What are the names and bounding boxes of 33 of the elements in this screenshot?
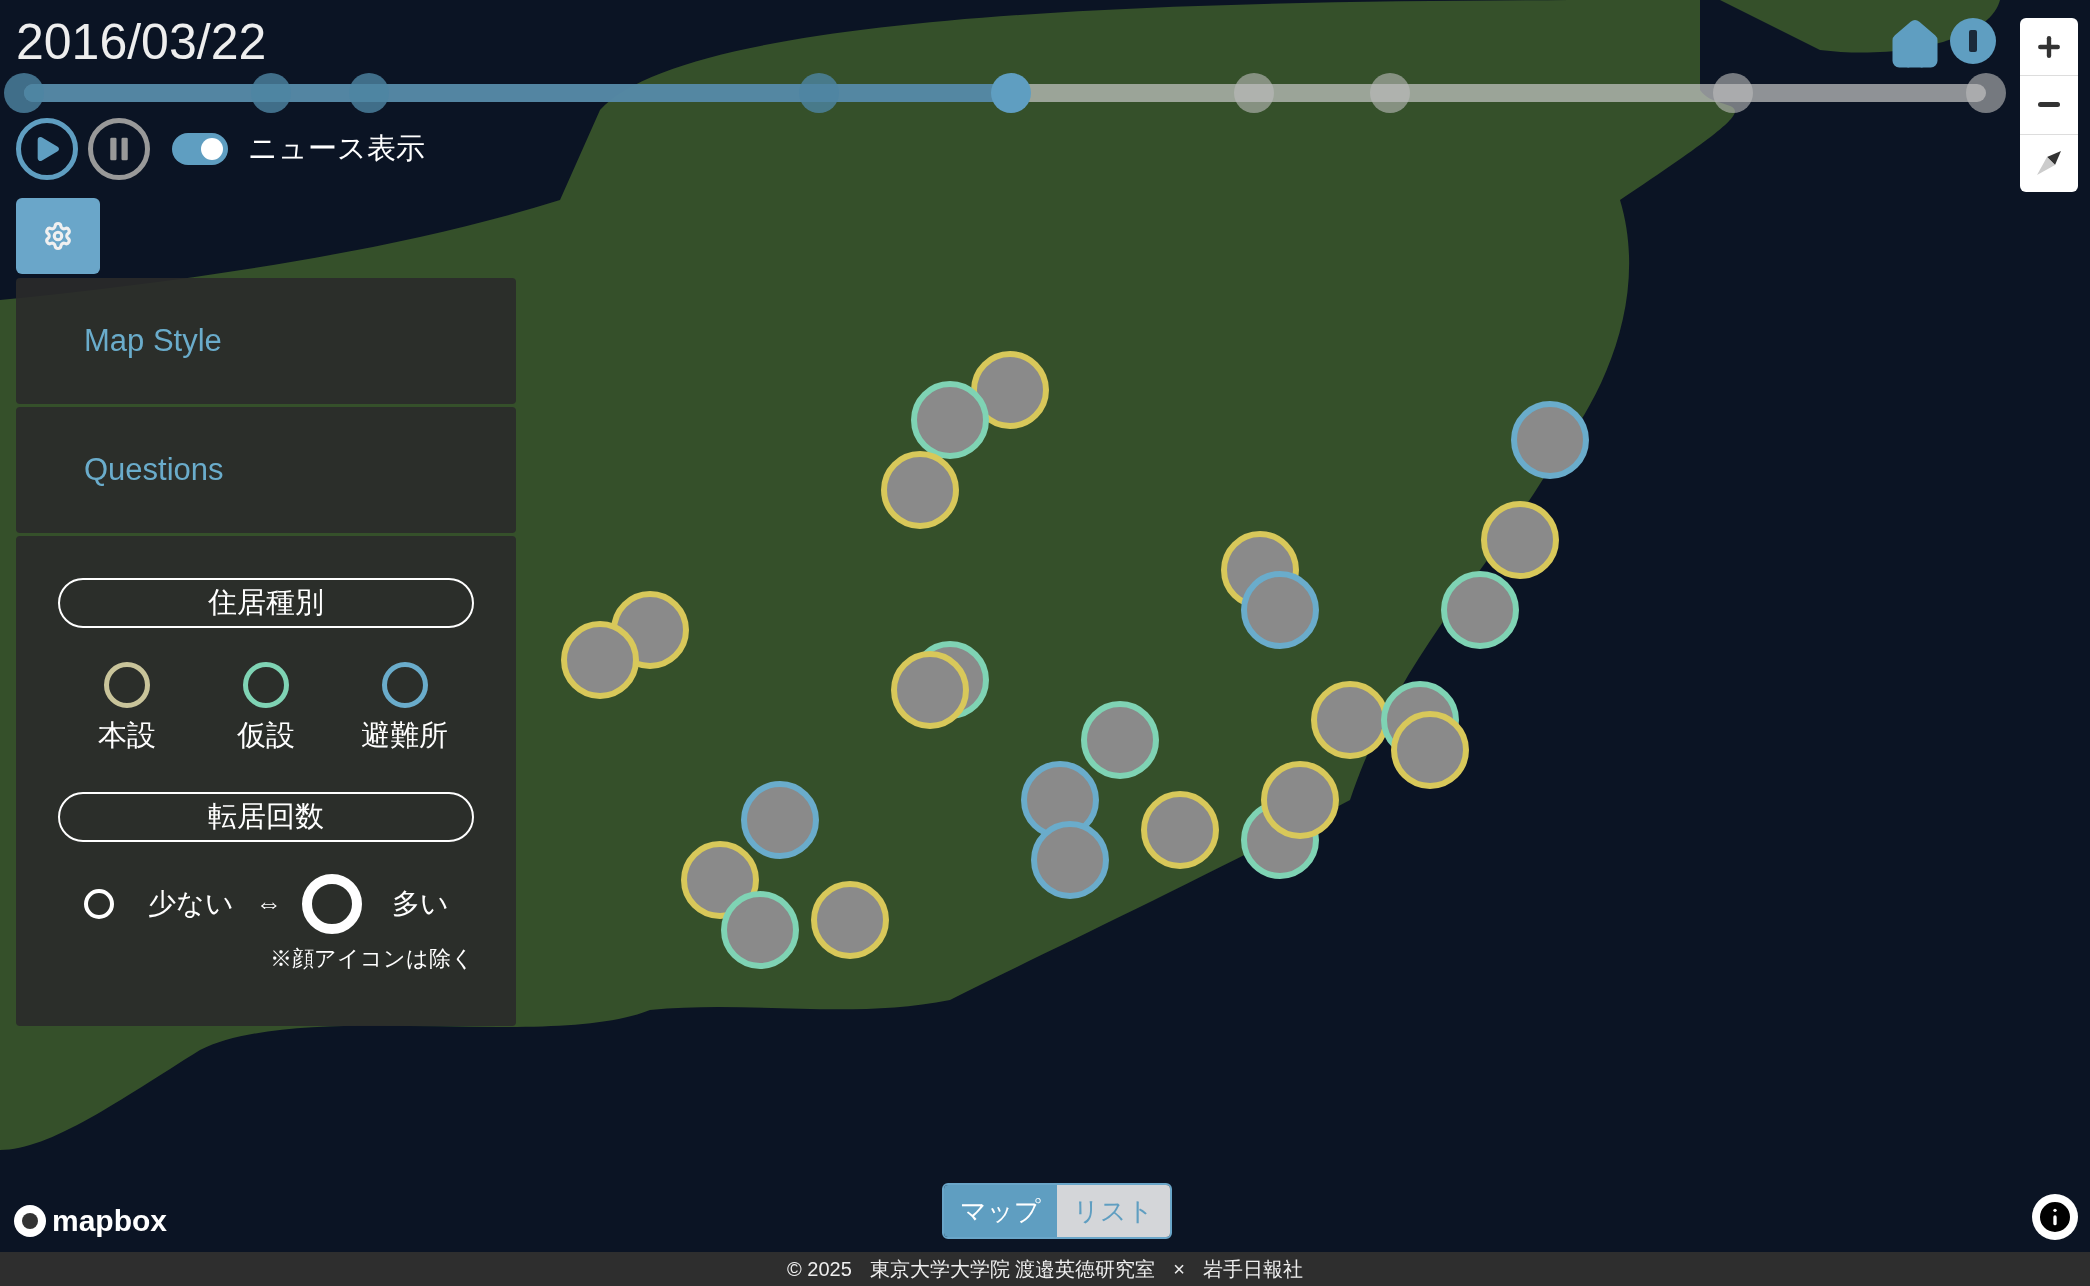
scale-arrow: ⇔ (256, 887, 282, 920)
timeline-marker[interactable] (1234, 73, 1275, 113)
mapbox-logo[interactable]: mapbox (52, 1198, 168, 1243)
compass-icon (2035, 149, 2063, 178)
large-ring-icon (302, 873, 362, 934)
play-button[interactable] (16, 118, 78, 180)
legend-note: ※顔アイコンは除く (270, 944, 474, 973)
date-label: 2016/03/22 (16, 13, 267, 72)
small-ring-icon (84, 888, 114, 919)
settings-icon (43, 221, 73, 251)
copyright-text: © 2025 (786, 1257, 852, 1282)
legend-label: 本設 (98, 718, 157, 753)
lab-name: 東京大学大学院 渡邉英徳研究室 (869, 1257, 1156, 1282)
legend-heading: 住居種別 (58, 578, 474, 628)
legend-heading: 転居回数 (58, 791, 474, 842)
timeline-marker[interactable] (1712, 73, 1753, 113)
news-toggle[interactable] (172, 133, 228, 165)
accordion-header[interactable]: Questions (16, 407, 516, 533)
minus-icon (2038, 102, 2060, 108)
pause-button[interactable] (88, 118, 150, 180)
view-tab[interactable]: マップ (944, 1185, 1057, 1237)
accordion-header[interactable]: Map Style (16, 278, 516, 404)
legend-label: 避難所 (361, 718, 449, 753)
scale-high-label: 多い (392, 886, 449, 921)
legend-label: 仮設 (237, 718, 295, 753)
news-toggle-label: ニュース表示 (248, 131, 425, 167)
timeline-marker[interactable] (1369, 73, 1410, 113)
partner-name: 岩手日報社 (1203, 1257, 1303, 1282)
timeline-slider[interactable] (4, 73, 2006, 113)
timeline-marker[interactable] (1966, 73, 2006, 113)
mapbox-logo-icon (12, 1202, 48, 1239)
separator-text: × (1173, 1257, 1185, 1282)
scale-low-label: 少ない (148, 886, 234, 921)
